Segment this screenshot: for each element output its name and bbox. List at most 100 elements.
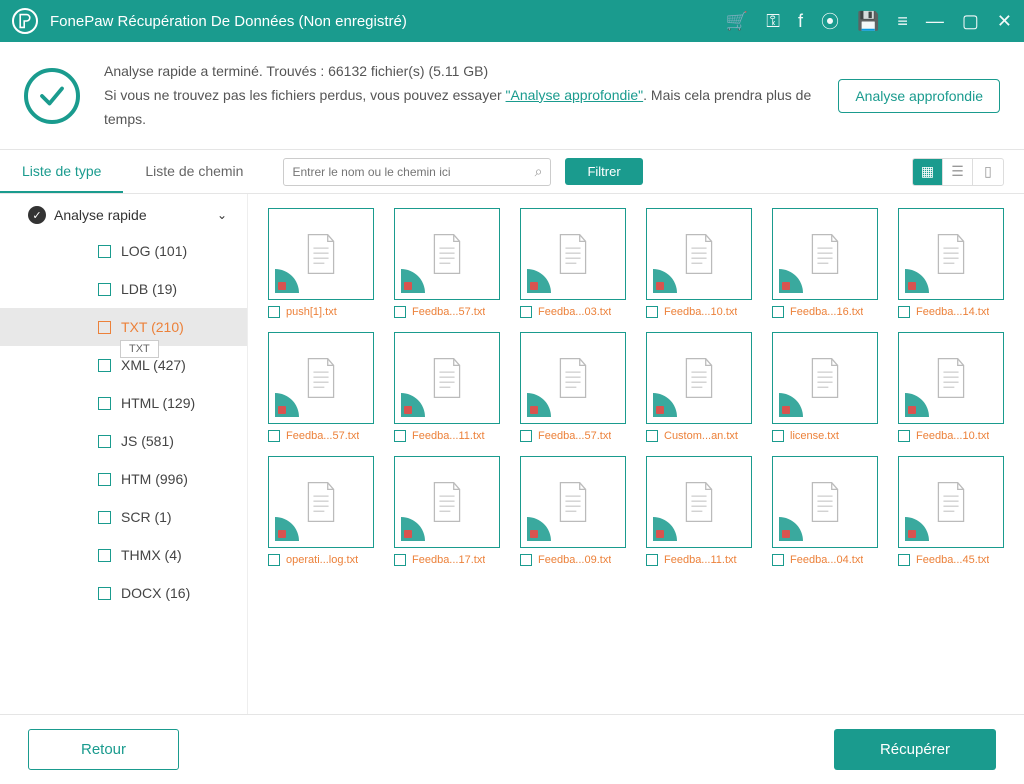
tree-item[interactable]: XML (427) xyxy=(0,346,247,384)
file-thumbnail[interactable] xyxy=(646,208,752,300)
deep-scan-link[interactable]: "Analyse approfondie" xyxy=(506,87,644,103)
file-checkbox[interactable] xyxy=(772,306,784,318)
minimize-icon[interactable]: — xyxy=(926,11,944,32)
tree-item[interactable]: THMX (4) xyxy=(0,536,247,574)
file-checkbox[interactable] xyxy=(394,430,406,442)
tree-item-checkbox[interactable] xyxy=(98,435,111,448)
tab-type-list[interactable]: Liste de type xyxy=(0,151,123,193)
file-checkbox[interactable] xyxy=(772,554,784,566)
file-thumbnail[interactable] xyxy=(646,332,752,424)
tree-item[interactable]: JS (581) xyxy=(0,422,247,460)
back-button[interactable]: Retour xyxy=(28,729,179,770)
file-thumbnail[interactable] xyxy=(520,208,626,300)
recover-button[interactable]: Récupérer xyxy=(834,729,996,770)
file-checkbox[interactable] xyxy=(268,554,280,566)
tree-item-label: HTML (129) xyxy=(121,395,195,411)
search-input[interactable] xyxy=(292,165,534,179)
tree-item[interactable]: HTML (129) xyxy=(0,384,247,422)
maximize-icon[interactable]: ▢ xyxy=(962,11,979,32)
file-name: Feedba...57.txt xyxy=(286,430,359,442)
file-thumbnail[interactable] xyxy=(898,332,1004,424)
view-list-icon[interactable]: ☰ xyxy=(943,159,973,185)
tab-path-list[interactable]: Liste de chemin xyxy=(123,151,265,193)
help-icon[interactable]: ⦿ xyxy=(821,8,839,34)
cart-icon[interactable]: 🛒 xyxy=(726,11,748,32)
file-checkbox[interactable] xyxy=(898,306,910,318)
file-checkbox[interactable] xyxy=(898,430,910,442)
file-meta: Feedba...10.txt xyxy=(898,430,1004,442)
file-checkbox[interactable] xyxy=(898,554,910,566)
tree-item-checkbox[interactable] xyxy=(98,245,111,258)
tree-item[interactable]: DOCX (16) xyxy=(0,574,247,612)
view-grid-icon[interactable]: ▦ xyxy=(913,159,943,185)
file-thumbnail[interactable] xyxy=(772,208,878,300)
file-card: Feedba...10.txt xyxy=(646,208,752,318)
tree-item-checkbox[interactable] xyxy=(98,359,111,372)
file-thumbnail[interactable] xyxy=(898,208,1004,300)
file-checkbox[interactable] xyxy=(520,554,532,566)
file-checkbox[interactable] xyxy=(646,430,658,442)
titlebar-actions: 🛒 ⚿ f ⦿ 💾 ≡ — ▢ ✕ xyxy=(726,8,1012,34)
save-icon[interactable]: 💾 xyxy=(857,11,879,32)
file-meta: license.txt xyxy=(772,430,878,442)
file-thumbnail[interactable] xyxy=(898,456,1004,548)
filter-button[interactable]: Filtrer xyxy=(565,158,642,185)
menu-icon[interactable]: ≡ xyxy=(897,11,908,32)
file-thumbnail[interactable] xyxy=(268,456,374,548)
close-icon[interactable]: ✕ xyxy=(997,11,1012,32)
view-detail-icon[interactable]: ▯ xyxy=(973,159,1003,185)
tree-item[interactable]: LOG (101) xyxy=(0,232,247,270)
file-thumbnail[interactable] xyxy=(520,456,626,548)
file-checkbox[interactable] xyxy=(394,554,406,566)
file-thumbnail[interactable] xyxy=(394,332,500,424)
toolbar: Liste de type Liste de chemin ⌕ Filtrer … xyxy=(0,150,1024,194)
file-thumbnail[interactable] xyxy=(268,332,374,424)
footer: Retour Récupérer xyxy=(0,714,1024,784)
file-thumbnail[interactable] xyxy=(394,208,500,300)
facebook-icon[interactable]: f xyxy=(798,11,803,32)
tree-item-checkbox[interactable] xyxy=(98,511,111,524)
file-thumbnail[interactable] xyxy=(772,332,878,424)
file-meta: Feedba...14.txt xyxy=(898,306,1004,318)
tree-item-checkbox[interactable] xyxy=(98,549,111,562)
tree-item[interactable]: HTM (996) xyxy=(0,460,247,498)
file-thumbnail[interactable] xyxy=(772,456,878,548)
search-icon[interactable]: ⌕ xyxy=(535,163,543,180)
file-thumbnail[interactable] xyxy=(394,456,500,548)
file-meta: Feedba...57.txt xyxy=(520,430,626,442)
tree-item-checkbox[interactable] xyxy=(98,283,111,296)
tree-item-checkbox[interactable] xyxy=(98,397,111,410)
file-checkbox[interactable] xyxy=(268,430,280,442)
file-checkbox[interactable] xyxy=(394,306,406,318)
file-checkbox[interactable] xyxy=(646,554,658,566)
file-name: Feedba...45.txt xyxy=(916,554,989,566)
tree-item-checkbox[interactable] xyxy=(98,321,111,334)
tree-root-quick-scan[interactable]: ✓ Analyse rapide ⌄ xyxy=(0,198,247,232)
file-name: operati...log.txt xyxy=(286,554,358,566)
file-card: operati...log.txt xyxy=(268,456,374,566)
file-meta: Feedba...16.txt xyxy=(772,306,878,318)
file-thumbnail[interactable] xyxy=(268,208,374,300)
tree-item[interactable]: SCR (1) xyxy=(0,498,247,536)
file-thumbnail[interactable] xyxy=(520,332,626,424)
tree-item-checkbox[interactable] xyxy=(98,473,111,486)
titlebar: FonePaw Récupération De Données (Non enr… xyxy=(0,0,1024,42)
file-checkbox[interactable] xyxy=(268,306,280,318)
scan-complete-icon xyxy=(24,68,80,124)
file-meta: Custom...an.txt xyxy=(646,430,752,442)
file-checkbox[interactable] xyxy=(520,430,532,442)
file-card: Feedba...45.txt xyxy=(898,456,1004,566)
tree-item[interactable]: TXT (210)TXT xyxy=(0,308,247,346)
tree-item[interactable]: LDB (19) xyxy=(0,270,247,308)
view-tabs: Liste de type Liste de chemin xyxy=(0,151,265,193)
file-checkbox[interactable] xyxy=(646,306,658,318)
key-icon[interactable]: ⚿ xyxy=(766,11,780,32)
file-thumbnail[interactable] xyxy=(646,456,752,548)
view-mode-toggles: ▦ ☰ ▯ xyxy=(912,158,1004,186)
tree-item-checkbox[interactable] xyxy=(98,587,111,600)
main-area: ✓ Analyse rapide ⌄ LOG (101)LDB (19)TXT … xyxy=(0,194,1024,714)
file-checkbox[interactable] xyxy=(520,306,532,318)
file-checkbox[interactable] xyxy=(772,430,784,442)
search-box[interactable]: ⌕ xyxy=(283,158,551,186)
deep-scan-button[interactable]: Analyse approfondie xyxy=(838,79,1000,113)
